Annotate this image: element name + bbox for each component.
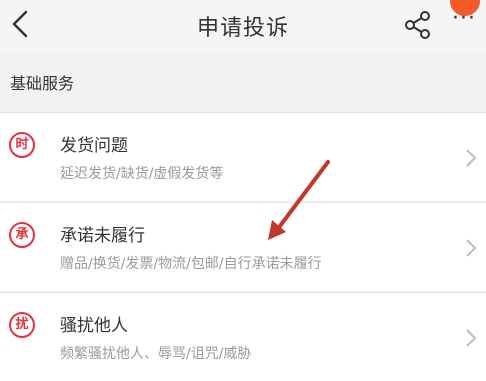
chevron-right-icon <box>466 149 477 167</box>
item-title: 发货问题 <box>60 136 128 156</box>
list-item-promise[interactable]: 承 承诺未履行 赠品/换货/发票/物流/包邮/自行承诺未履行 <box>0 202 486 291</box>
section-title: 基础服务 <box>10 74 75 93</box>
item-subtitle: 延迟发货/缺货/虚假发货等 <box>60 166 224 182</box>
more-dots-icon[interactable]: ··· <box>452 8 478 30</box>
top-bar: 申请投诉 ··· <box>0 0 486 52</box>
chevron-right-icon <box>466 329 477 347</box>
list-item-shipping[interactable]: 时 发货问题 延迟发货/缺货/虚假发货等 <box>0 112 486 201</box>
item-title: 骚扰他人 <box>60 316 128 336</box>
time-icon: 时 <box>9 132 35 158</box>
item-subtitle: 赠品/换货/发票/物流/包邮/自行承诺未履行 <box>60 256 322 272</box>
share-icon[interactable] <box>403 10 433 40</box>
chevron-right-icon <box>466 239 477 257</box>
annotation-arrow-icon <box>268 160 330 240</box>
promise-icon: 承 <box>9 222 35 248</box>
item-subtitle: 频繁骚扰他人、辱骂/诅咒/威胁 <box>60 346 252 362</box>
harassment-icon: 扰 <box>9 312 35 338</box>
item-title: 承诺未履行 <box>60 226 145 246</box>
list-item-harassment[interactable]: 扰 骚扰他人 频繁骚扰他人、辱骂/诅咒/威胁 <box>0 292 486 381</box>
